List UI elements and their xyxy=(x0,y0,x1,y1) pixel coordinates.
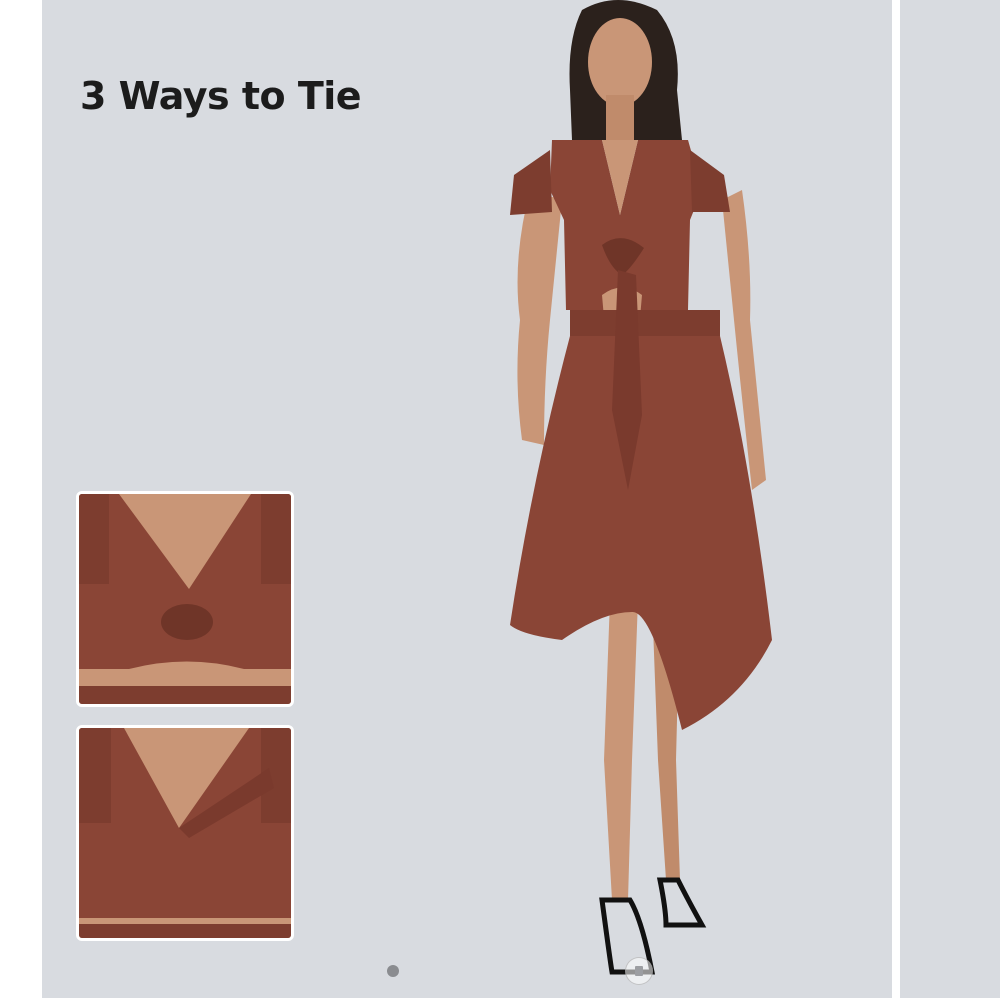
video-icon[interactable] xyxy=(625,957,653,985)
next-slide-preview[interactable] xyxy=(900,0,1000,998)
carousel-pagination xyxy=(382,957,662,985)
slide-divider xyxy=(892,0,900,998)
wrap-tie-image xyxy=(79,728,291,938)
tie-style-thumbnail-twist[interactable] xyxy=(76,491,294,707)
product-image-slide[interactable]: 3 Ways to Tie xyxy=(42,0,892,998)
tie-style-thumbnail-wrap[interactable] xyxy=(76,725,294,941)
model-illustration xyxy=(510,0,772,975)
dot-icon[interactable] xyxy=(387,965,399,977)
left-gutter xyxy=(0,0,42,998)
slide-title: 3 Ways to Tie xyxy=(80,74,362,118)
model-photo xyxy=(452,0,772,998)
twist-tie-image xyxy=(79,494,291,704)
